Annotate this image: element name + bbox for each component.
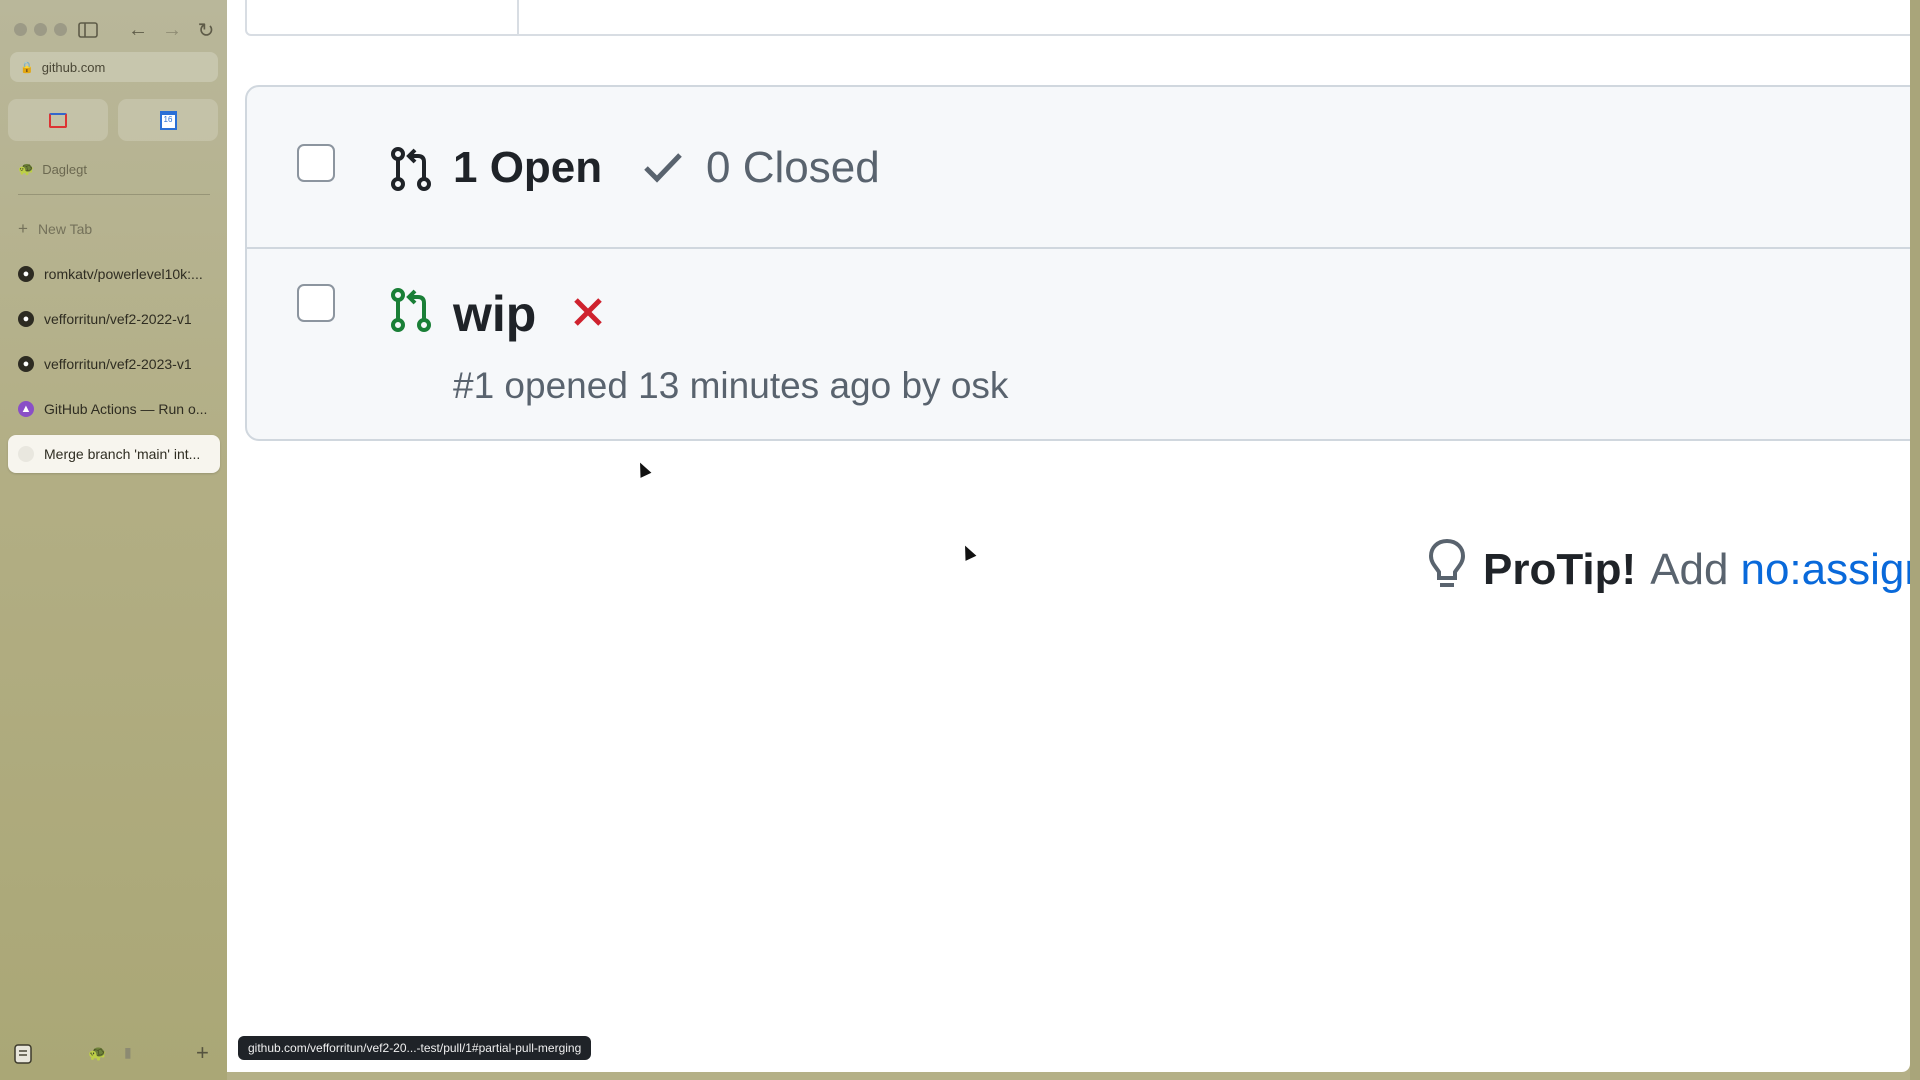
tab-label: romkatv/powerlevel10k:... [44,266,203,282]
new-tab-label: New Tab [37,221,93,237]
page-icon [18,446,34,462]
mouse-cursor-icon [959,543,977,561]
select-pr-checkbox[interactable] [297,284,335,322]
calendar-icon: 16 [159,110,177,130]
protip: ProTip! Add no:assign [1427,538,1910,600]
pull-request-list-header: 1 Open 0 Closed [247,87,1910,249]
tab-label: vefforritun/vef2-2023-v1 [44,356,192,372]
archive-icon[interactable] [14,1044,32,1069]
back-arrow-icon[interactable]: ← [124,16,152,44]
open-filter-link[interactable]: 1 Open [453,143,602,193]
link-status-bar: github.com/vefforritun/vef2-20...-test/p… [238,1036,592,1060]
gmail-icon [49,112,67,128]
url-text: github.com [41,59,106,75]
filter-bar-separator [517,0,519,34]
light-bulb-icon [1427,537,1467,604]
tab-item[interactable]: ● vefforritun/vef2-2023-v1 [8,345,220,383]
plus-icon[interactable]: + [196,1040,209,1066]
sidebar-toggle-icon[interactable] [74,16,102,44]
github-icon: ● [18,266,34,282]
x-icon[interactable] [571,295,605,334]
closed-filter-link[interactable]: 0 Closed [706,143,880,193]
github-actions-icon: ▲ [18,401,34,417]
url-bar[interactable]: 🔒 github.com [10,52,218,82]
git-pull-request-icon [389,146,433,197]
browser-sidebar: ← → ↻ 🔒 github.com 16 🐢 Daglegt + New Ta… [0,0,227,1080]
tab-item[interactable]: ● romkatv/powerlevel10k:... [8,255,220,293]
bookmark-icon[interactable]: ▮ [124,1044,132,1061]
protip-link[interactable]: no:assign [1740,545,1910,595]
tab-item[interactable]: ● vefforritun/vef2-2022-v1 [8,300,220,338]
pr-meta-text: #1 opened 13 minutes ago by osk [453,365,1009,406]
minimize-window-button[interactable] [34,23,47,36]
plus-icon: + [18,219,28,238]
lock-icon: 🔒 [20,61,34,74]
forward-arrow-icon[interactable]: → [158,16,186,44]
favorite-calendar[interactable]: 16 [118,99,218,141]
mouse-cursor-icon [634,460,652,478]
filter-bar-partial [245,0,1910,36]
new-tab-button[interactable]: + New Tab [18,219,92,239]
pr-title-link[interactable]: wip [453,285,536,343]
git-pull-request-open-icon [389,287,433,338]
tab-item-active[interactable]: Merge branch 'main' int... [8,435,220,473]
protip-label: ProTip! [1483,545,1637,594]
sidebar-bottom-bar: 🐢 ▮ + [0,1040,227,1070]
close-window-button[interactable] [14,23,27,36]
protip-text: Add [1650,545,1729,594]
turtle-icon[interactable]: 🐢 [88,1044,107,1062]
turtle-icon: 🐢 [18,161,35,176]
github-icon: ● [18,311,34,327]
web-content: 1 Open 0 Closed wip #1 opened 13 minutes… [227,0,1910,1072]
reload-icon[interactable]: ↻ [192,16,220,44]
tab-item[interactable]: ▲ GitHub Actions — Run o... [8,390,220,428]
space-label[interactable]: 🐢 Daglegt [18,160,87,178]
tab-label: vefforritun/vef2-2022-v1 [44,311,192,327]
tab-label: Merge branch 'main' int... [44,446,201,462]
select-all-checkbox[interactable] [297,144,335,182]
github-icon: ● [18,356,34,372]
zoom-window-button[interactable] [54,23,67,36]
space-name: Daglegt [42,161,87,177]
tab-label: GitHub Actions — Run o... [44,401,208,417]
favorite-gmail[interactable] [8,99,108,141]
pull-request-list: 1 Open 0 Closed wip #1 opened 13 minutes… [245,85,1910,441]
window-edge [1910,0,1920,1080]
check-icon [643,151,683,188]
sidebar-divider [18,194,210,195]
